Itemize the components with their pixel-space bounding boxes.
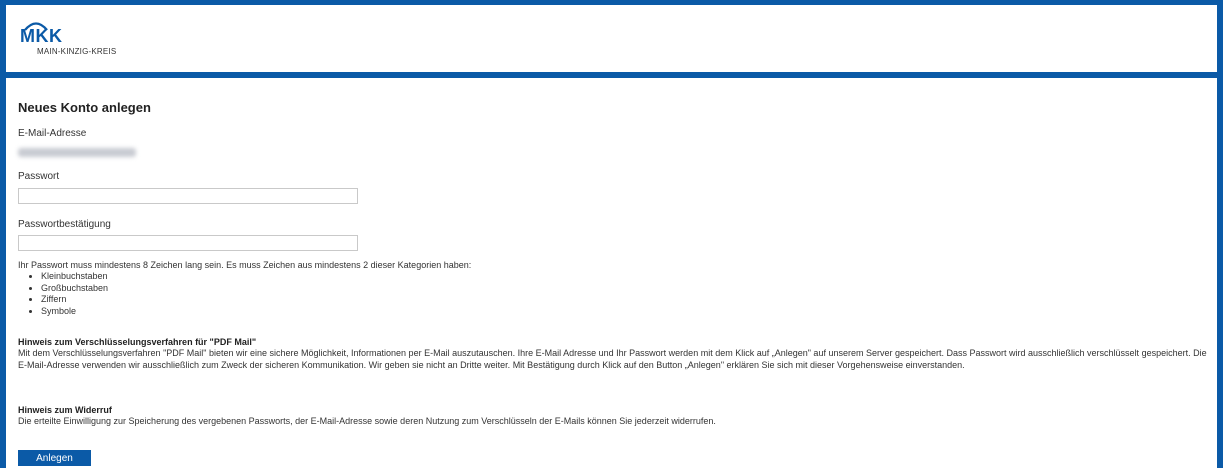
logo-mark: MKK: [20, 26, 63, 46]
list-item: Kleinbuchstaben: [41, 271, 108, 283]
list-item: Ziffern: [41, 294, 108, 306]
create-account-button[interactable]: Anlegen: [18, 450, 91, 466]
confirm-password-label: Passwortbestätigung: [18, 219, 111, 230]
header: MKK MAIN-KINZIG-KREIS: [6, 5, 1217, 72]
list-item: Großbuchstaben: [41, 283, 108, 295]
password-field[interactable]: [18, 188, 358, 204]
encryption-notice-text: Mit dem Verschlüsselungsverfahren "PDF M…: [18, 348, 1207, 370]
logo-subtitle: MAIN-KINZIG-KREIS: [37, 47, 117, 56]
revocation-notice-title: Hinweis zum Widerruf: [18, 405, 112, 415]
encryption-notice-title: Hinweis zum Verschlüsselungsverfahren fü…: [18, 337, 257, 347]
email-value-redacted: [18, 148, 136, 157]
list-item: Symbole: [41, 306, 108, 318]
password-label: Passwort: [18, 171, 60, 182]
revocation-notice-text: Die erteilte Einwilligung zur Speicherun…: [18, 416, 716, 426]
email-label: E-Mail-Adresse: [18, 128, 87, 139]
password-requirements-list: Kleinbuchstaben Großbuchstaben Ziffern S…: [18, 271, 108, 317]
header-divider: [6, 72, 1217, 78]
page-title: Neues Konto anlegen: [18, 100, 151, 115]
confirm-password-field[interactable]: [18, 235, 358, 251]
password-requirements-intro: Ihr Passwort muss mindestens 8 Zeichen l…: [18, 260, 472, 270]
